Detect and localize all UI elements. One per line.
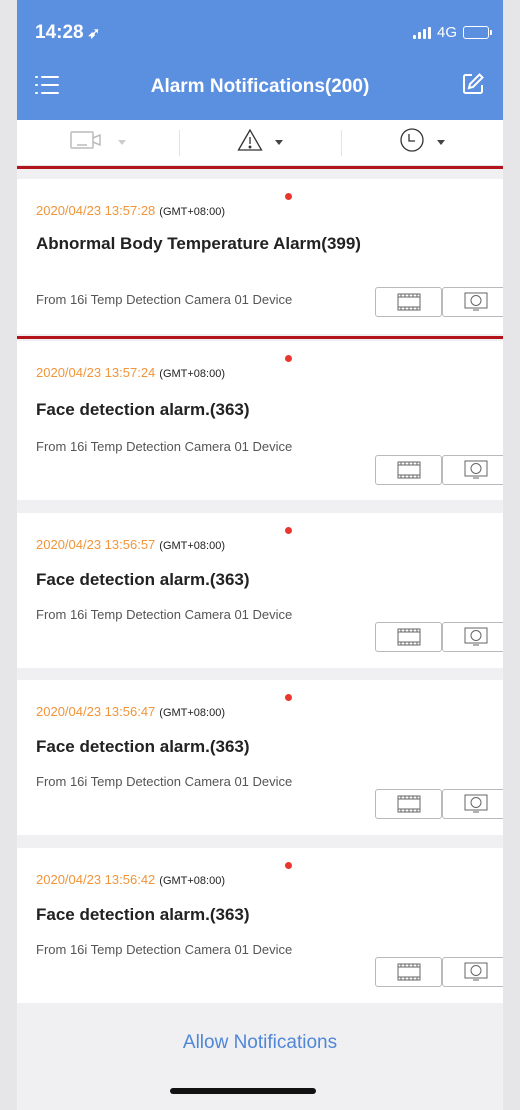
live-view-button[interactable] <box>442 622 503 652</box>
video-playback-button[interactable] <box>375 455 442 485</box>
notification-time: 2020/04/23 13:56:47 (GMT+08:00) <box>36 704 225 719</box>
monitor-icon <box>464 794 487 813</box>
notification-card[interactable]: 2020/04/23 13:56:42 (GMT+08:00) Face dete… <box>17 848 503 1003</box>
monitor-icon <box>464 460 487 479</box>
location-arrow-icon: ➶ <box>87 25 101 42</box>
notification-source: From 16i Temp Detection Camera 01 Device <box>36 292 293 307</box>
warning-icon <box>237 128 263 157</box>
edit-icon[interactable] <box>461 72 485 96</box>
notification-title: Face detection alarm.(363) <box>36 737 250 756</box>
time-filter[interactable] <box>341 120 503 165</box>
filter-bar <box>17 120 503 166</box>
app-header: 14:28 ➶ 4G Alarm Notifications(200) <box>17 0 503 120</box>
notification-card[interactable]: 2020/04/23 13:56:57 (GMT+08:00) Face dete… <box>17 513 503 668</box>
page-title: Alarm Notifications(200) <box>150 76 370 97</box>
notification-card[interactable]: 2020/04/23 13:57:28 (GMT+08:00) Abnormal … <box>17 179 503 334</box>
notification-time: 2020/04/23 13:57:24 (GMT+08:00) <box>36 365 225 380</box>
unread-dot <box>285 193 292 200</box>
notification-timezone: (GMT+08:00) <box>159 540 225 552</box>
allow-notifications-link[interactable]: Allow Notifications <box>17 1032 503 1054</box>
clock-icon <box>399 127 425 158</box>
status-indicators: 4G <box>412 24 492 41</box>
unread-dot <box>285 527 292 534</box>
network-type: 4G <box>436 24 457 41</box>
live-view-button[interactable] <box>442 957 503 987</box>
video-playback-button[interactable] <box>375 622 442 652</box>
notification-datetime: 2020/04/23 13:57:28 <box>36 203 156 218</box>
chevron-down-icon <box>437 140 445 145</box>
notification-source: From 16i Temp Detection Camera 01 Device <box>36 942 293 957</box>
notification-title: Face detection alarm.(363) <box>36 905 250 924</box>
notification-title: Face detection alarm.(363) <box>36 570 250 589</box>
notification-timezone: (GMT+08:00) <box>159 875 225 887</box>
film-icon <box>397 628 420 646</box>
notification-source: From 16i Temp Detection Camera 01 Device <box>36 439 293 454</box>
film-icon <box>397 293 420 311</box>
signal-icon <box>412 26 431 39</box>
notification-timezone: (GMT+08:00) <box>159 368 225 380</box>
notification-timezone: (GMT+08:00) <box>159 707 225 719</box>
camera-icon <box>70 129 106 156</box>
film-icon <box>397 795 420 813</box>
monitor-icon <box>464 962 487 981</box>
battery-icon <box>463 26 492 39</box>
unread-dot <box>285 694 292 701</box>
home-indicator[interactable] <box>170 1088 316 1094</box>
notification-datetime: 2020/04/23 13:56:57 <box>36 537 156 552</box>
live-view-button[interactable] <box>442 455 503 485</box>
notification-datetime: 2020/04/23 13:57:24 <box>36 365 156 380</box>
notification-time: 2020/04/23 13:56:42 (GMT+08:00) <box>36 872 225 887</box>
clock-time: 14:28 <box>35 22 84 43</box>
notification-source: From 16i Temp Detection Camera 01 Device <box>36 774 293 789</box>
phone-screen: 14:28 ➶ 4G Alarm Notifications(200) 2020… <box>17 0 503 1110</box>
notification-card[interactable]: 2020/04/23 13:56:47 (GMT+08:00) Face dete… <box>17 680 503 835</box>
notification-card[interactable]: 2020/04/23 13:57:24 (GMT+08:00) Face dete… <box>17 341 503 500</box>
left-gutter <box>0 0 17 1110</box>
chevron-down-icon <box>275 140 283 145</box>
highlight-line-bottom <box>17 336 503 339</box>
chevron-down-icon <box>118 140 126 145</box>
unread-dot <box>285 355 292 362</box>
notification-datetime: 2020/04/23 13:56:47 <box>36 704 156 719</box>
notification-title: Abnormal Body Temperature Alarm(399) <box>36 234 361 253</box>
camera-filter[interactable] <box>17 120 179 165</box>
alarm-type-filter[interactable] <box>179 120 341 165</box>
notification-source: From 16i Temp Detection Camera 01 Device <box>36 607 293 622</box>
status-time: 14:28 ➶ <box>35 22 100 44</box>
notification-time: 2020/04/23 13:56:57 (GMT+08:00) <box>36 537 225 552</box>
monitor-icon <box>464 627 487 646</box>
video-playback-button[interactable] <box>375 789 442 819</box>
notification-timezone: (GMT+08:00) <box>159 206 225 218</box>
notification-datetime: 2020/04/23 13:56:42 <box>36 872 156 887</box>
film-icon <box>397 461 420 479</box>
right-gutter <box>503 0 520 1110</box>
live-view-button[interactable] <box>442 287 503 317</box>
film-icon <box>397 963 420 981</box>
highlight-line-top <box>17 166 503 169</box>
live-view-button[interactable] <box>442 789 503 819</box>
notification-time: 2020/04/23 13:57:28 (GMT+08:00) <box>36 203 225 218</box>
video-playback-button[interactable] <box>375 287 442 317</box>
monitor-icon <box>464 292 487 311</box>
notification-title: Face detection alarm.(363) <box>36 400 250 419</box>
video-playback-button[interactable] <box>375 957 442 987</box>
unread-dot <box>285 862 292 869</box>
